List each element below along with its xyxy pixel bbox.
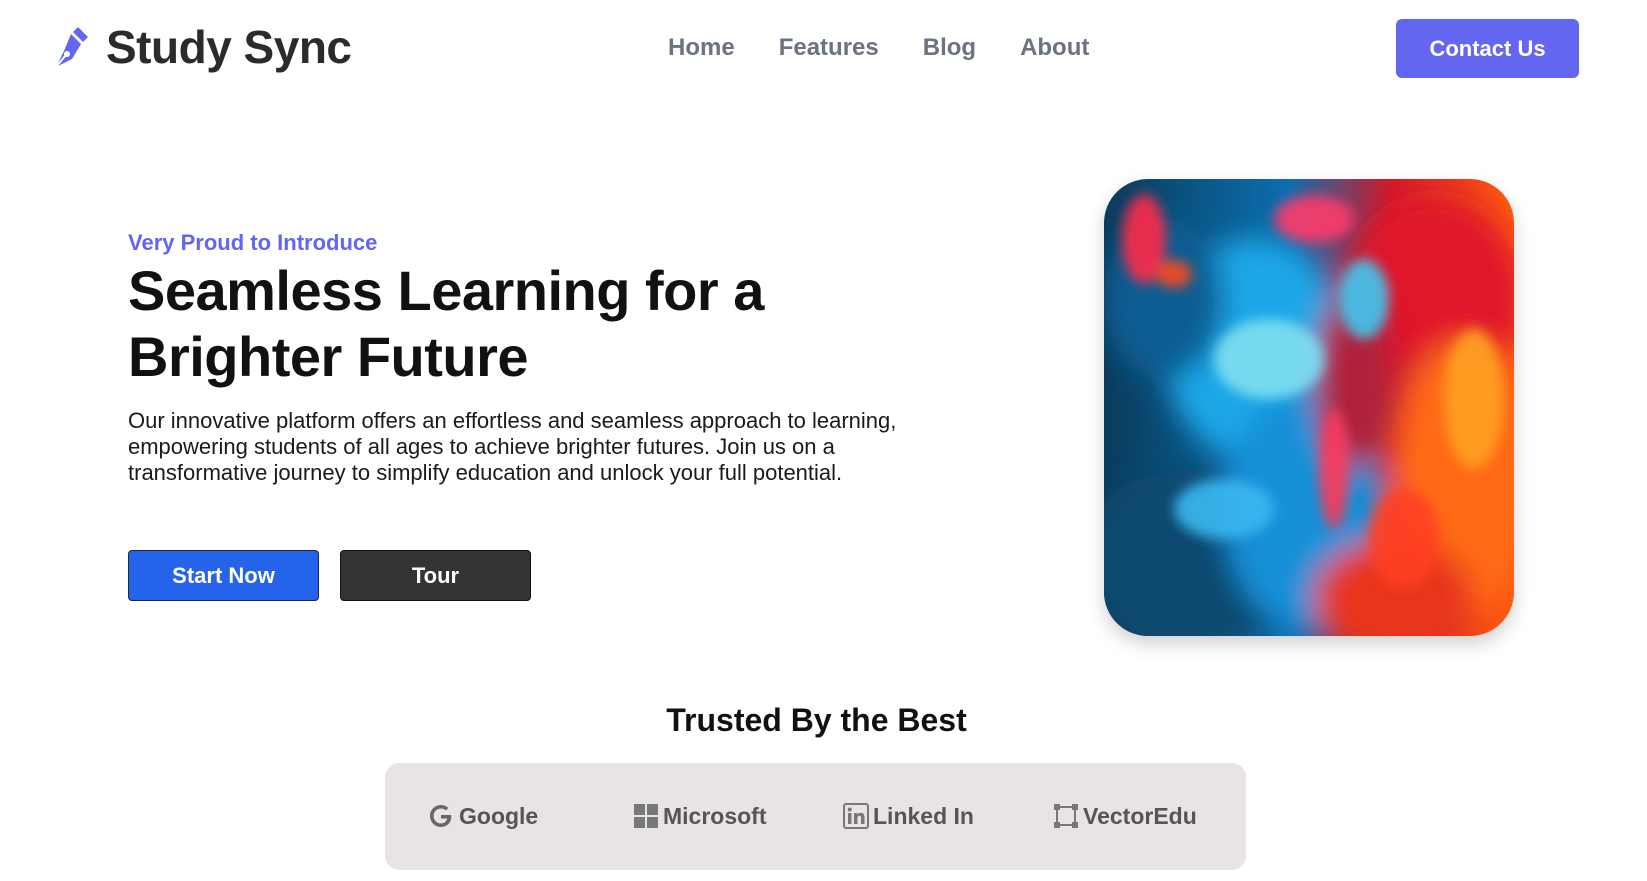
trusted-title: Trusted By the Best	[666, 702, 967, 738]
partner-name: Microsoft	[663, 803, 767, 829]
hero-description: Our innovative platform offers an effort…	[128, 408, 897, 485]
partner-name: VectorEdu	[1083, 803, 1197, 829]
tour-button[interactable]: Tour	[340, 550, 531, 601]
hero-eyebrow: Very Proud to Introduce	[128, 230, 378, 255]
hero-headline: Seamless Learning for a Brighter Future	[128, 259, 764, 388]
brand-logo[interactable]: Study Sync	[50, 22, 352, 72]
nav-features[interactable]: Features	[779, 30, 879, 66]
partner-microsoft: Microsoft	[633, 800, 767, 832]
linkedin-icon	[843, 803, 869, 829]
microsoft-icon	[634, 804, 658, 828]
nav-about[interactable]: About	[1020, 30, 1089, 66]
partner-vectoredu: VectorEdu	[1053, 800, 1197, 832]
partner-name: Linked In	[873, 803, 974, 829]
start-now-button[interactable]: Start Now	[128, 550, 319, 601]
main-nav: Home Features Blog About	[668, 30, 1089, 66]
vector-icon	[1054, 804, 1078, 828]
hero-image	[1104, 179, 1514, 636]
nav-blog[interactable]: Blog	[923, 30, 976, 66]
brand-name: Study Sync	[106, 21, 352, 73]
nav-home[interactable]: Home	[668, 30, 735, 66]
site-header: Study Sync Home Features Blog About Cont…	[0, 0, 1647, 100]
partner-name: Google	[459, 803, 539, 829]
partner-logos: Google Microsoft Linked In VectorEdu	[385, 763, 1246, 870]
contact-us-button[interactable]: Contact Us	[1396, 19, 1579, 78]
partner-google: Google	[427, 800, 538, 832]
partner-linkedin: Linked In	[843, 800, 974, 832]
pen-nib-icon	[55, 27, 88, 68]
google-icon	[430, 805, 452, 827]
